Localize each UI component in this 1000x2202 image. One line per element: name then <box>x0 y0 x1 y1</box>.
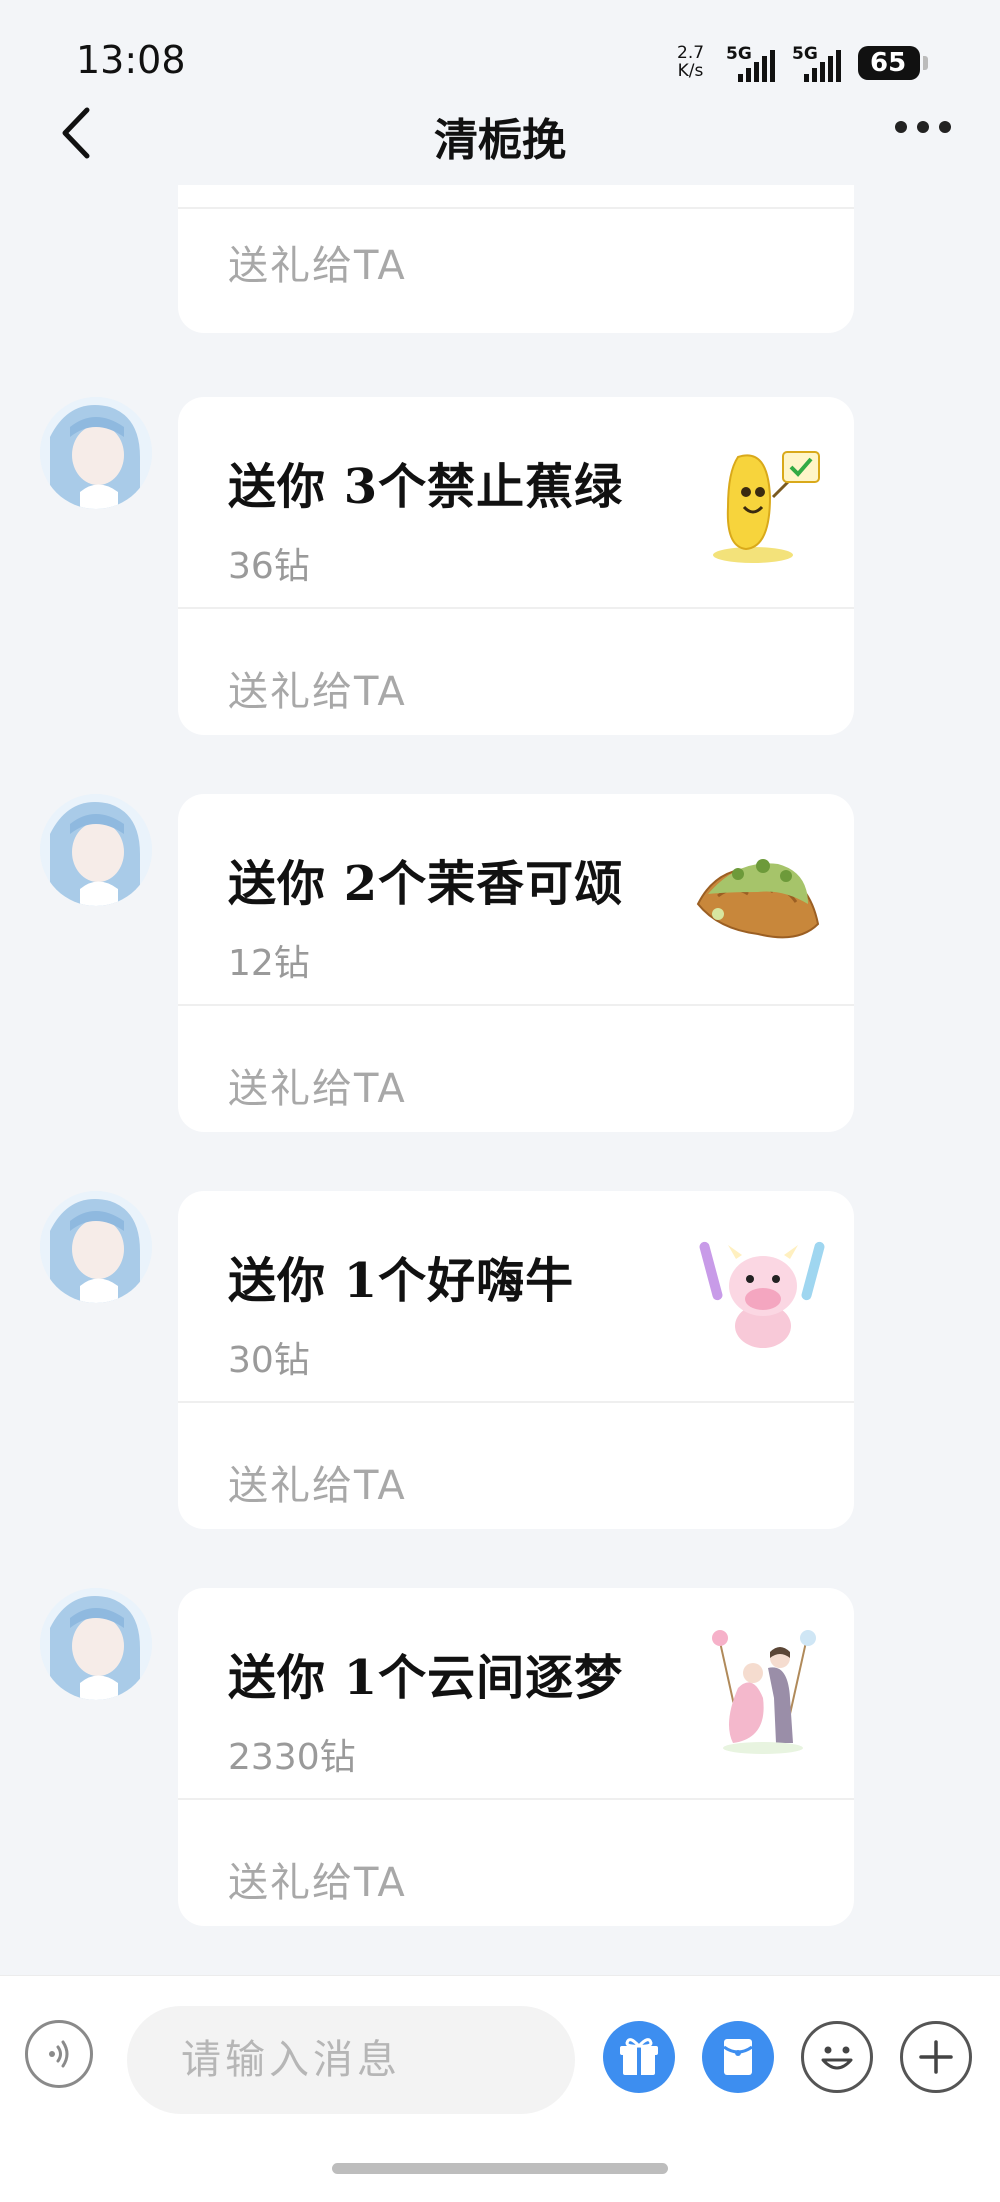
croissant-icon <box>688 834 828 964</box>
gift-message-text: 送你 3个禁止蕉绿 <box>228 459 624 515</box>
battery-icon: 65 <box>858 46 928 80</box>
more-dot-icon <box>895 121 907 133</box>
message-input[interactable] <box>127 2006 575 2114</box>
avatar-image <box>40 397 152 509</box>
avatar-image <box>40 1588 152 1700</box>
avatar[interactable] <box>40 794 152 906</box>
red-packet-icon <box>723 2039 753 2075</box>
gift-message-card: 送你 2个茉香可颂 12钻 送礼给TA <box>178 794 854 1132</box>
page-title: 清栀挽 <box>434 115 566 166</box>
gift-price: 36钻 <box>228 546 310 587</box>
chat-header: 清栀挽 <box>0 100 1000 180</box>
send-gift-button[interactable]: 送礼给TA <box>228 1850 407 1908</box>
gift-message-card: 送你 1个好嗨牛 30钻 送礼给TA <box>178 1191 854 1529</box>
emoji-button[interactable] <box>801 2021 873 2093</box>
gift-price: 12钻 <box>228 943 310 984</box>
gift-price: 2330钻 <box>228 1737 356 1778</box>
couple-swing-icon <box>698 1628 828 1758</box>
status-bar: 13:08 2.7 K/s 5G 5G 65 <box>0 0 1000 110</box>
avatar[interactable] <box>40 1191 152 1303</box>
gift-button[interactable] <box>603 2021 675 2093</box>
red-packet-button[interactable] <box>702 2021 774 2093</box>
more-dot-icon <box>939 121 951 133</box>
network-speed-value: 2.7 <box>677 43 705 63</box>
gift-icon <box>620 2038 658 2075</box>
network-speed: 2.7 K/s <box>677 44 704 80</box>
network-speed-unit: K/s <box>677 61 704 81</box>
more-dot-icon <box>917 121 929 133</box>
avatar[interactable] <box>40 397 152 509</box>
voice-icon <box>49 2040 69 2068</box>
send-gift-button[interactable]: 送礼给TA <box>228 659 407 717</box>
more-button[interactable] <box>895 117 955 137</box>
banana-mascot-icon <box>698 437 828 567</box>
gift-message-card: 送礼给TA <box>178 185 854 333</box>
gift-message-text: 送你 1个好嗨牛 <box>228 1253 575 1309</box>
emoji-icon <box>821 2046 853 2070</box>
status-time: 13:08 <box>76 38 186 82</box>
gift-message-card: 送你 1个云间逐梦 2330钻 送礼给TA <box>178 1588 854 1926</box>
voice-button[interactable] <box>25 2020 93 2088</box>
gift-message-text: 送你 2个茉香可颂 <box>228 856 624 912</box>
send-gift-button[interactable]: 送礼给TA <box>228 1056 407 1114</box>
pink-cow-icon <box>698 1231 828 1361</box>
gift-price: 30钻 <box>228 1340 310 1381</box>
signal-2-icon: 5G <box>792 44 852 82</box>
send-gift-button[interactable]: 送礼给TA <box>228 1453 407 1511</box>
plus-button[interactable] <box>900 2021 972 2093</box>
send-gift-button[interactable]: 送礼给TA <box>228 233 407 291</box>
avatar-image <box>40 794 152 906</box>
avatar[interactable] <box>40 1588 152 1700</box>
home-indicator[interactable] <box>332 2163 668 2174</box>
signal-1-icon: 5G <box>726 44 786 82</box>
gift-message-card: 送你 3个禁止蕉绿 36钻 送礼给TA <box>178 397 854 735</box>
plus-icon <box>919 2040 953 2074</box>
gift-message-text: 送你 1个云间逐梦 <box>228 1650 624 1706</box>
avatar-image <box>40 1191 152 1303</box>
battery-level: 65 <box>870 48 907 78</box>
message-list[interactable]: 送礼给TA 送你 3个禁止蕉绿 36钻 送礼给TA 送你 2个茉香可颂 12钻 … <box>0 185 1000 1975</box>
